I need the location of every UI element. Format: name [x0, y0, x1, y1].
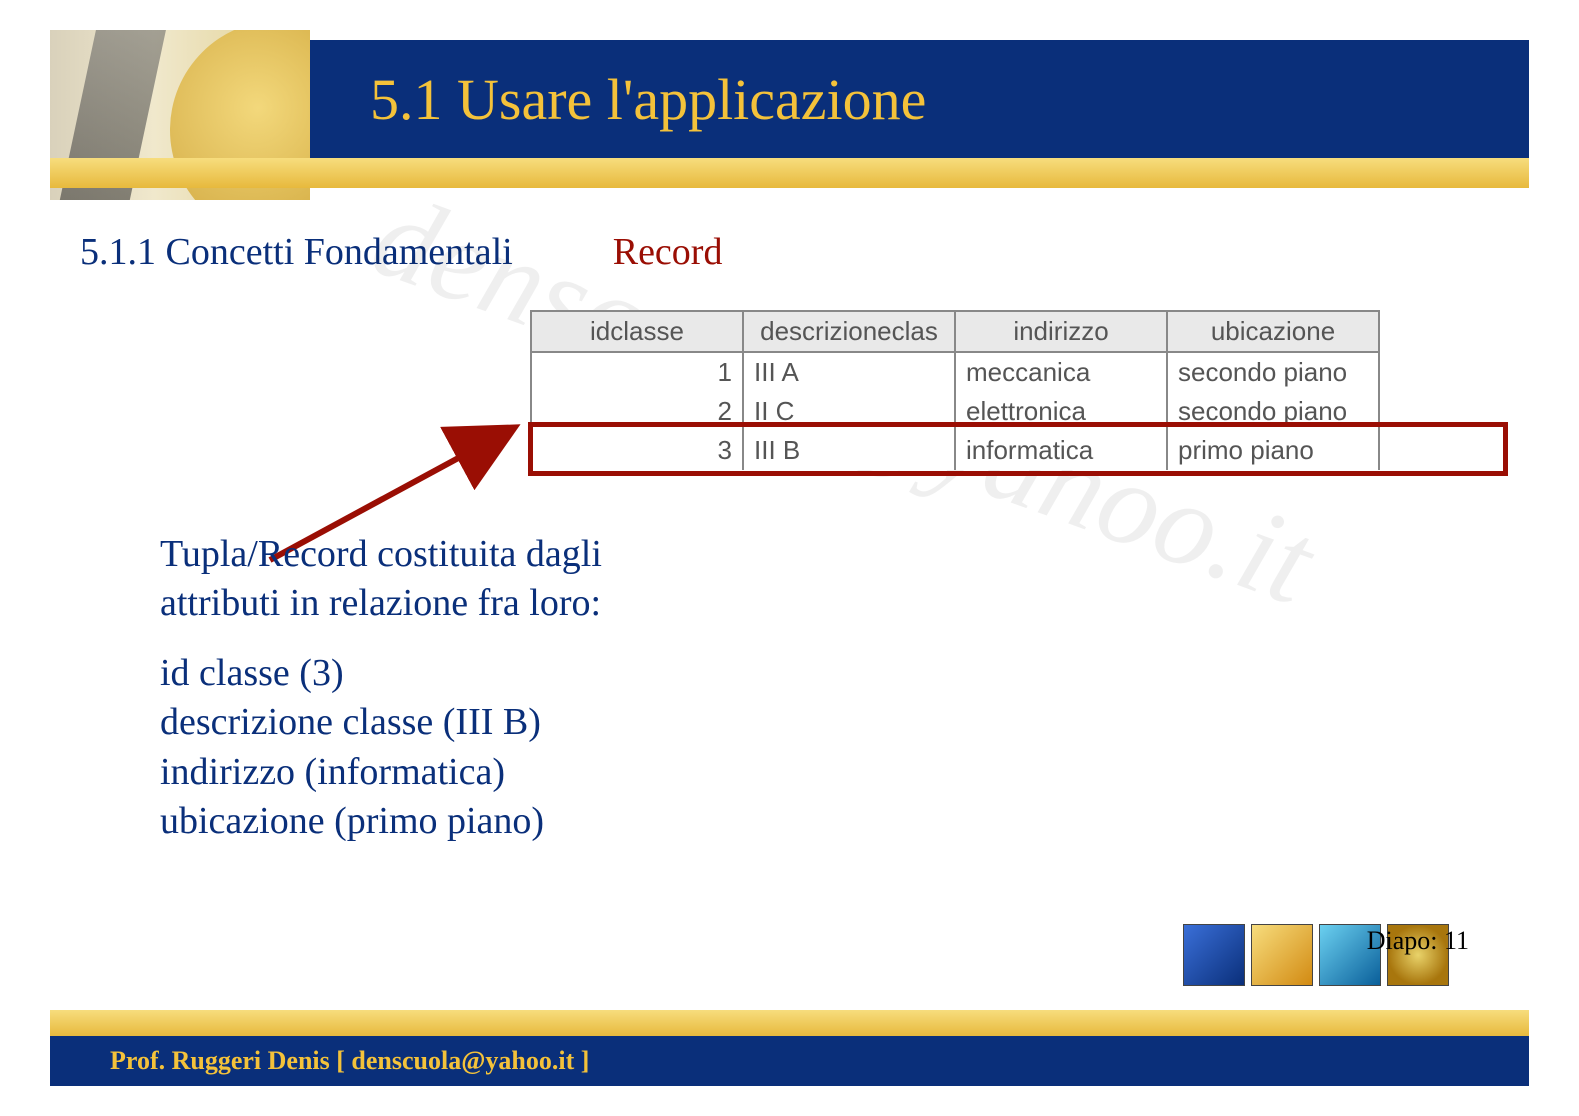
th-ubicazione: ubicazione: [1167, 311, 1379, 352]
cell-ubi: secondo piano: [1167, 392, 1379, 431]
body-p2-l4: ubicazione (primo piano): [160, 797, 1060, 846]
cell-id: 2: [531, 392, 743, 431]
cell-ind: elettronica: [955, 392, 1167, 431]
deco-square-icon: [1251, 924, 1313, 986]
cell-id: 1: [531, 352, 743, 392]
th-idclasse: idclasse: [531, 311, 743, 352]
cell-id: 3: [531, 431, 743, 470]
diapo-label: Diapo:: [1367, 926, 1438, 955]
slide: 5.1 Usare l'applicazione 5.1.1 Concetti …: [50, 30, 1529, 1086]
table-row: 1 III A meccanica secondo piano: [531, 352, 1379, 392]
table-header-row: idclasse descrizioneclas indirizzo ubica…: [531, 311, 1379, 352]
cell-ubi: secondo piano: [1167, 352, 1379, 392]
slide-title: 5.1 Usare l'applicazione: [310, 66, 926, 133]
cell-desc: II C: [743, 392, 955, 431]
header-gold-strip: [50, 158, 1529, 188]
header-blue-bar: 5.1 Usare l'applicazione: [310, 40, 1529, 158]
diapo-num: 11: [1444, 926, 1469, 955]
cell-ubi: primo piano: [1167, 431, 1379, 470]
deco-square-icon: [1183, 924, 1245, 986]
example-table: idclasse descrizioneclas indirizzo ubica…: [530, 310, 1380, 470]
cell-desc: III A: [743, 352, 955, 392]
footer-blue-bar: Prof. Ruggeri Denis [ denscuola@yahoo.it…: [50, 1036, 1529, 1086]
body-p1-l2: attributi in relazione fra loro:: [160, 579, 1060, 628]
body-text: Tupla/Record costituita dagli attributi …: [160, 530, 1060, 846]
body-p2-l3: indirizzo (informatica): [160, 748, 1060, 797]
table-row: 3 III B informatica primo piano: [531, 431, 1379, 470]
body-p2-l2: descrizione classe (III B): [160, 698, 1060, 747]
cell-desc: III B: [743, 431, 955, 470]
th-descrizione: descrizioneclas: [743, 311, 955, 352]
th-indirizzo: indirizzo: [955, 311, 1167, 352]
header-band: 5.1 Usare l'applicazione: [50, 40, 1529, 180]
subtitle-keyword: Record: [613, 230, 723, 274]
section-number-title: 5.1.1 Concetti Fondamentali: [80, 230, 513, 274]
footer-author: Prof. Ruggeri Denis [ denscuola@yahoo.it…: [50, 1046, 589, 1076]
cell-ind: meccanica: [955, 352, 1167, 392]
footer-gold-strip: [50, 1010, 1529, 1036]
body-p1-l1: Tupla/Record costituita dagli: [160, 530, 1060, 579]
slide-number: Diapo: 11: [1367, 926, 1469, 956]
subtitle-row: 5.1.1 Concetti Fondamentali Record: [80, 230, 722, 274]
table-row: 2 II C elettronica secondo piano: [531, 392, 1379, 431]
cell-ind: informatica: [955, 431, 1167, 470]
body-p2-l1: id classe (3): [160, 649, 1060, 698]
